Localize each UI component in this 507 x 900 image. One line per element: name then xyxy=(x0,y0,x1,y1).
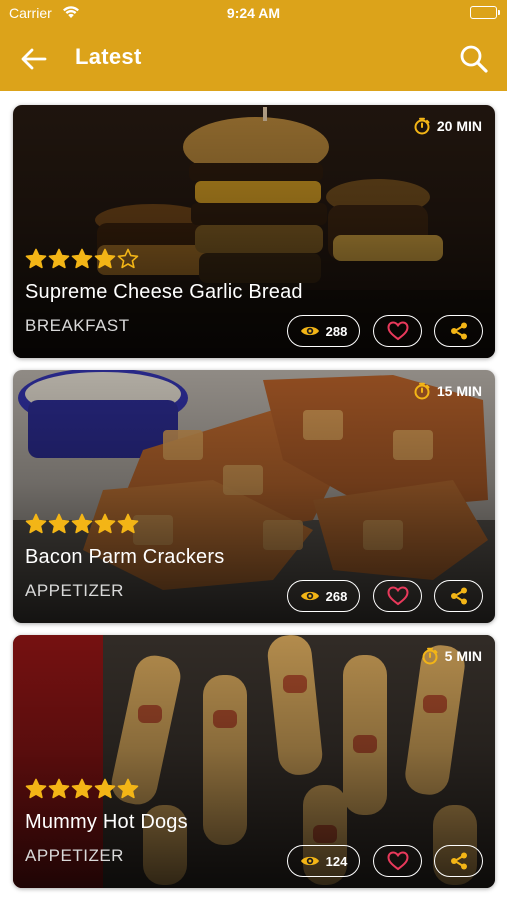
views-badge: 288 xyxy=(287,315,360,347)
star-filled-icon xyxy=(48,248,70,269)
recipe-category: APPETIZER xyxy=(25,581,124,600)
heart-icon xyxy=(386,851,409,871)
star-empty-icon xyxy=(117,248,139,269)
battery-icon xyxy=(470,6,500,19)
search-button[interactable] xyxy=(457,42,491,76)
star-rating xyxy=(25,778,139,800)
page-title: Latest xyxy=(75,44,142,69)
share-button[interactable] xyxy=(434,845,483,877)
star-filled-icon xyxy=(25,513,47,534)
views-badge: 124 xyxy=(287,845,360,877)
back-button[interactable] xyxy=(18,43,50,75)
cook-time: 20 MIN xyxy=(413,117,482,135)
app-bar: Latest xyxy=(0,27,507,91)
share-button[interactable] xyxy=(434,315,483,347)
search-icon xyxy=(460,45,488,73)
status-bar: Carrier 9:24 AM xyxy=(0,0,507,27)
views-count: 124 xyxy=(325,853,348,869)
recipe-card[interactable]: 20 MIN Supreme Cheese Garlic Bread BREAK… xyxy=(13,105,495,358)
views-count: 288 xyxy=(325,323,348,339)
share-icon xyxy=(450,322,467,340)
heart-icon xyxy=(386,586,409,606)
clock: 9:24 AM xyxy=(226,5,281,21)
eye-icon xyxy=(300,591,319,601)
stopwatch-icon xyxy=(422,647,438,665)
recipe-feed: 20 MIN Supreme Cheese Garlic Bread BREAK… xyxy=(0,91,507,900)
stopwatch-icon xyxy=(414,382,430,400)
star-filled-icon xyxy=(94,513,116,534)
star-filled-icon xyxy=(25,778,47,799)
stopwatch-icon xyxy=(414,117,430,135)
recipe-title: Mummy Hot Dogs xyxy=(25,811,188,833)
recipe-title: Bacon Parm Crackers xyxy=(25,546,225,568)
recipe-category: BREAKFAST xyxy=(25,316,130,335)
star-rating xyxy=(25,513,139,535)
star-filled-icon xyxy=(25,248,47,269)
favorite-button[interactable] xyxy=(373,315,422,347)
views-badge: 268 xyxy=(287,580,360,612)
star-filled-icon xyxy=(71,513,93,534)
star-filled-icon xyxy=(117,513,139,534)
arrow-left-icon xyxy=(21,48,47,70)
star-rating xyxy=(25,248,139,270)
cook-time-label: 15 MIN xyxy=(436,383,482,399)
heart-icon xyxy=(386,321,409,341)
star-filled-icon xyxy=(71,248,93,269)
star-filled-icon xyxy=(48,778,70,799)
share-button[interactable] xyxy=(434,580,483,612)
star-filled-icon xyxy=(117,778,139,799)
cook-time-label: 5 MIN xyxy=(444,648,482,664)
recipe-card[interactable]: 5 MIN Mummy Hot Dogs APPETIZER 124 xyxy=(13,635,495,888)
favorite-button[interactable] xyxy=(373,845,422,877)
star-filled-icon xyxy=(94,778,116,799)
eye-icon xyxy=(300,326,319,336)
share-icon xyxy=(450,587,467,605)
views-count: 268 xyxy=(325,588,348,604)
star-filled-icon xyxy=(94,248,116,269)
recipe-category: APPETIZER xyxy=(25,846,124,865)
recipe-card[interactable]: 15 MIN Bacon Parm Crackers APPETIZER 268 xyxy=(13,370,495,623)
share-icon xyxy=(450,852,467,870)
recipe-title: Supreme Cheese Garlic Bread xyxy=(25,281,303,303)
cook-time-label: 20 MIN xyxy=(436,118,482,134)
cook-time: 5 MIN xyxy=(421,647,482,665)
eye-icon xyxy=(300,856,319,866)
cook-time: 15 MIN xyxy=(413,382,482,400)
star-filled-icon xyxy=(71,778,93,799)
star-filled-icon xyxy=(48,513,70,534)
favorite-button[interactable] xyxy=(373,580,422,612)
